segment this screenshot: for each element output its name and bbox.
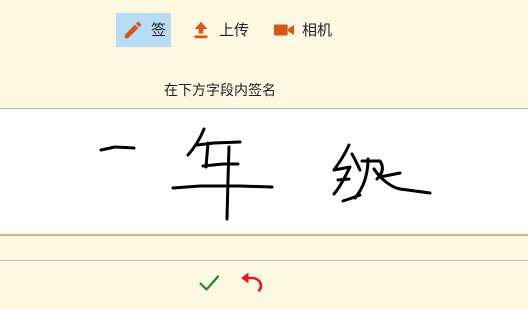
pencil-icon (121, 18, 145, 42)
confirm-button[interactable] (196, 272, 222, 298)
signature-actions (196, 272, 280, 298)
handwritten-signature (99, 127, 432, 221)
undo-icon (238, 271, 264, 299)
upload-icon (189, 18, 213, 42)
signature-toolbar: 签 上传 相机 (116, 13, 350, 47)
camera-tool-button[interactable]: 相机 (267, 13, 337, 47)
sign-tool-button[interactable]: 签 (116, 13, 172, 47)
sign-tool-label: 签 (151, 20, 167, 39)
signature-field-baseline (0, 234, 528, 236)
actions-divider (0, 260, 528, 261)
video-camera-icon (272, 18, 296, 42)
checkmark-icon (197, 271, 221, 299)
camera-tool-label: 相机 (302, 20, 333, 39)
upload-tool-button[interactable]: 上传 (184, 13, 254, 47)
upload-tool-label: 上传 (219, 20, 250, 39)
signature-canvas[interactable] (0, 109, 528, 234)
signature-prompt: 在下方字段内签名 (164, 83, 276, 99)
undo-button[interactable] (238, 272, 264, 298)
